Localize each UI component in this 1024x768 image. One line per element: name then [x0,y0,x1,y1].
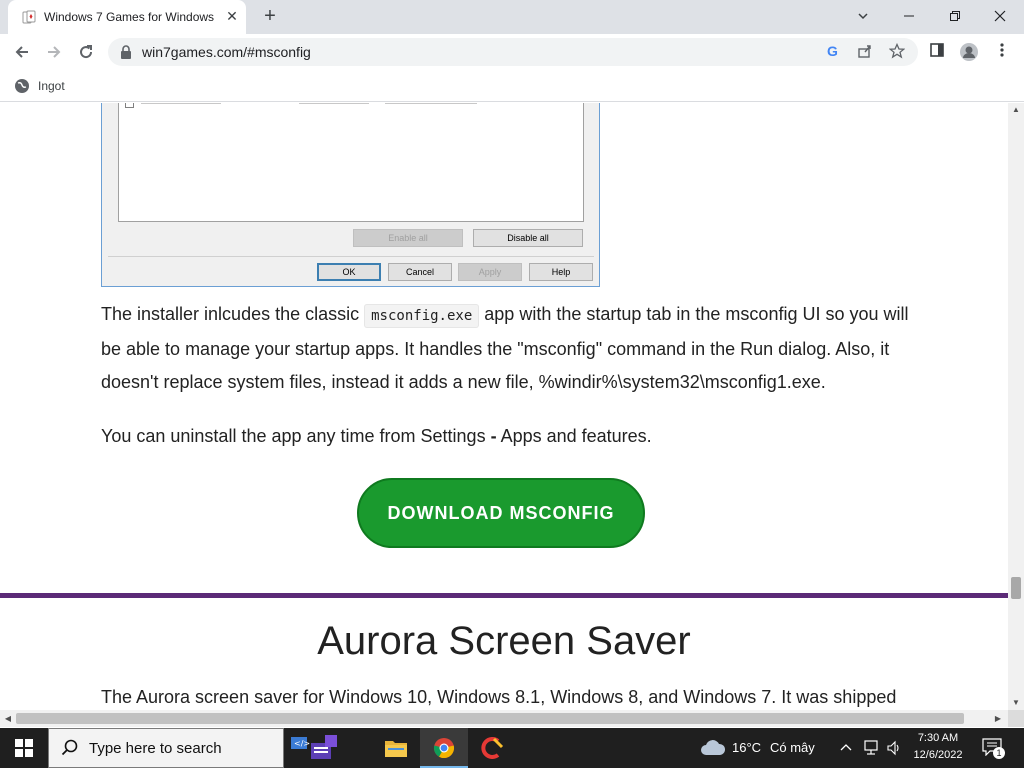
clock-date[interactable]: 12/6/2022 [906,749,970,761]
restore-button[interactable] [939,2,971,30]
tab-title: Windows 7 Games for Windows [44,10,214,24]
lock-icon[interactable] [120,45,132,59]
url-text[interactable]: win7games.com/#msconfig [142,44,311,60]
bookmark-star-icon[interactable] [888,42,906,61]
msconfig-exe-code: msconfig.exe [364,304,480,328]
google-translate-icon[interactable]: G [824,43,842,61]
start-button[interactable] [0,728,48,768]
horizontal-scroll-thumb[interactable] [16,713,964,724]
download-msconfig-button[interactable]: DOWNLOAD MSCONFIG [357,478,645,548]
search-highlight-icon[interactable]: </> [289,733,339,763]
profile-avatar-icon[interactable] [959,42,979,62]
ok-button: OK [317,263,381,281]
disable-all-button: Disable all [473,229,583,247]
taskbar-search[interactable]: Type here to search </> [48,728,337,768]
cancel-button: Cancel [388,263,452,281]
network-icon[interactable] [862,740,880,756]
ccleaner-icon [481,737,504,759]
minimize-button[interactable] [893,2,925,30]
startup-list [118,103,584,222]
forward-button[interactable] [40,38,68,66]
page-content: Enable all Disable all OK Cancel Apply H… [0,103,1008,710]
windows-logo-icon [15,739,33,757]
chrome-app[interactable] [420,728,468,768]
enable-all-button: Enable all [353,229,463,247]
weather-temperature[interactable]: 16°C [732,740,761,755]
clock-time[interactable]: 7:30 AM [906,732,970,744]
browser-tab[interactable]: Windows 7 Games for Windows ✕ [8,0,246,34]
tab-strip: Windows 7 Games for Windows ✕ + [0,0,1024,34]
vertical-scroll-thumb[interactable] [1011,577,1021,599]
horizontal-scrollbar[interactable]: ◀ ▶ [0,710,1008,727]
search-icon [61,739,78,756]
scroll-left-icon[interactable]: ◀ [0,710,16,727]
bookmarks-bar: Ingot [0,70,1024,102]
windows-taskbar: Type here to search </> 16°C Có mây 7:30… [0,728,1024,768]
reload-button[interactable] [72,38,100,66]
globe-icon [15,79,29,93]
section-divider [0,593,1008,598]
new-tab-button[interactable]: + [258,5,282,29]
installer-paragraph: The installer inlcudes the classic mscon… [101,304,909,392]
notification-center-button[interactable]: 1 [982,738,1005,759]
svg-text:</>: </> [294,739,310,748]
volume-icon[interactable] [886,740,902,756]
tab-search-icon[interactable] [847,2,879,30]
section-title: Aurora Screen Saver [317,619,691,663]
aurora-paragraph: The Aurora screen saver for Windows 10, … [101,687,897,707]
vertical-scrollbar[interactable]: ▲ ▼ [1008,103,1024,710]
svg-text:G: G [827,43,838,59]
bookmark-label: Ingot [38,79,65,93]
back-button[interactable] [8,38,36,66]
apply-button: Apply [458,263,522,281]
weather-cloud-icon[interactable] [700,737,726,757]
file-explorer-app[interactable] [372,728,420,768]
weather-description[interactable]: Có mây [770,740,815,755]
scroll-down-icon[interactable]: ▼ [1008,696,1024,710]
folder-icon [385,741,407,757]
tab-close-icon[interactable]: ✕ [224,8,240,24]
notification-badge: 1 [993,747,1005,759]
scrollbar-corner [1008,710,1024,727]
msconfig-screenshot: Enable all Disable all OK Cancel Apply H… [101,103,600,287]
close-window-button[interactable] [984,2,1016,30]
cards-favicon-icon [22,10,36,24]
scroll-up-icon[interactable]: ▲ [1008,103,1024,117]
help-button: Help [529,263,593,281]
chevron-up-icon[interactable] [840,742,852,752]
ccleaner-app[interactable] [468,728,516,768]
menu-kebab-icon[interactable] [992,42,1012,62]
uninstall-paragraph: You can uninstall the app any time from … [101,426,652,446]
share-icon[interactable] [856,43,874,61]
address-bar[interactable]: win7games.com/#msconfig G [108,38,918,66]
bookmark-ingot[interactable]: Ingot [14,76,65,96]
chrome-icon [433,738,455,759]
scroll-right-icon[interactable]: ▶ [990,710,1006,727]
side-panel-icon[interactable] [927,42,947,62]
search-placeholder: Type here to search [89,740,222,757]
browser-toolbar: win7games.com/#msconfig G [0,34,1024,70]
